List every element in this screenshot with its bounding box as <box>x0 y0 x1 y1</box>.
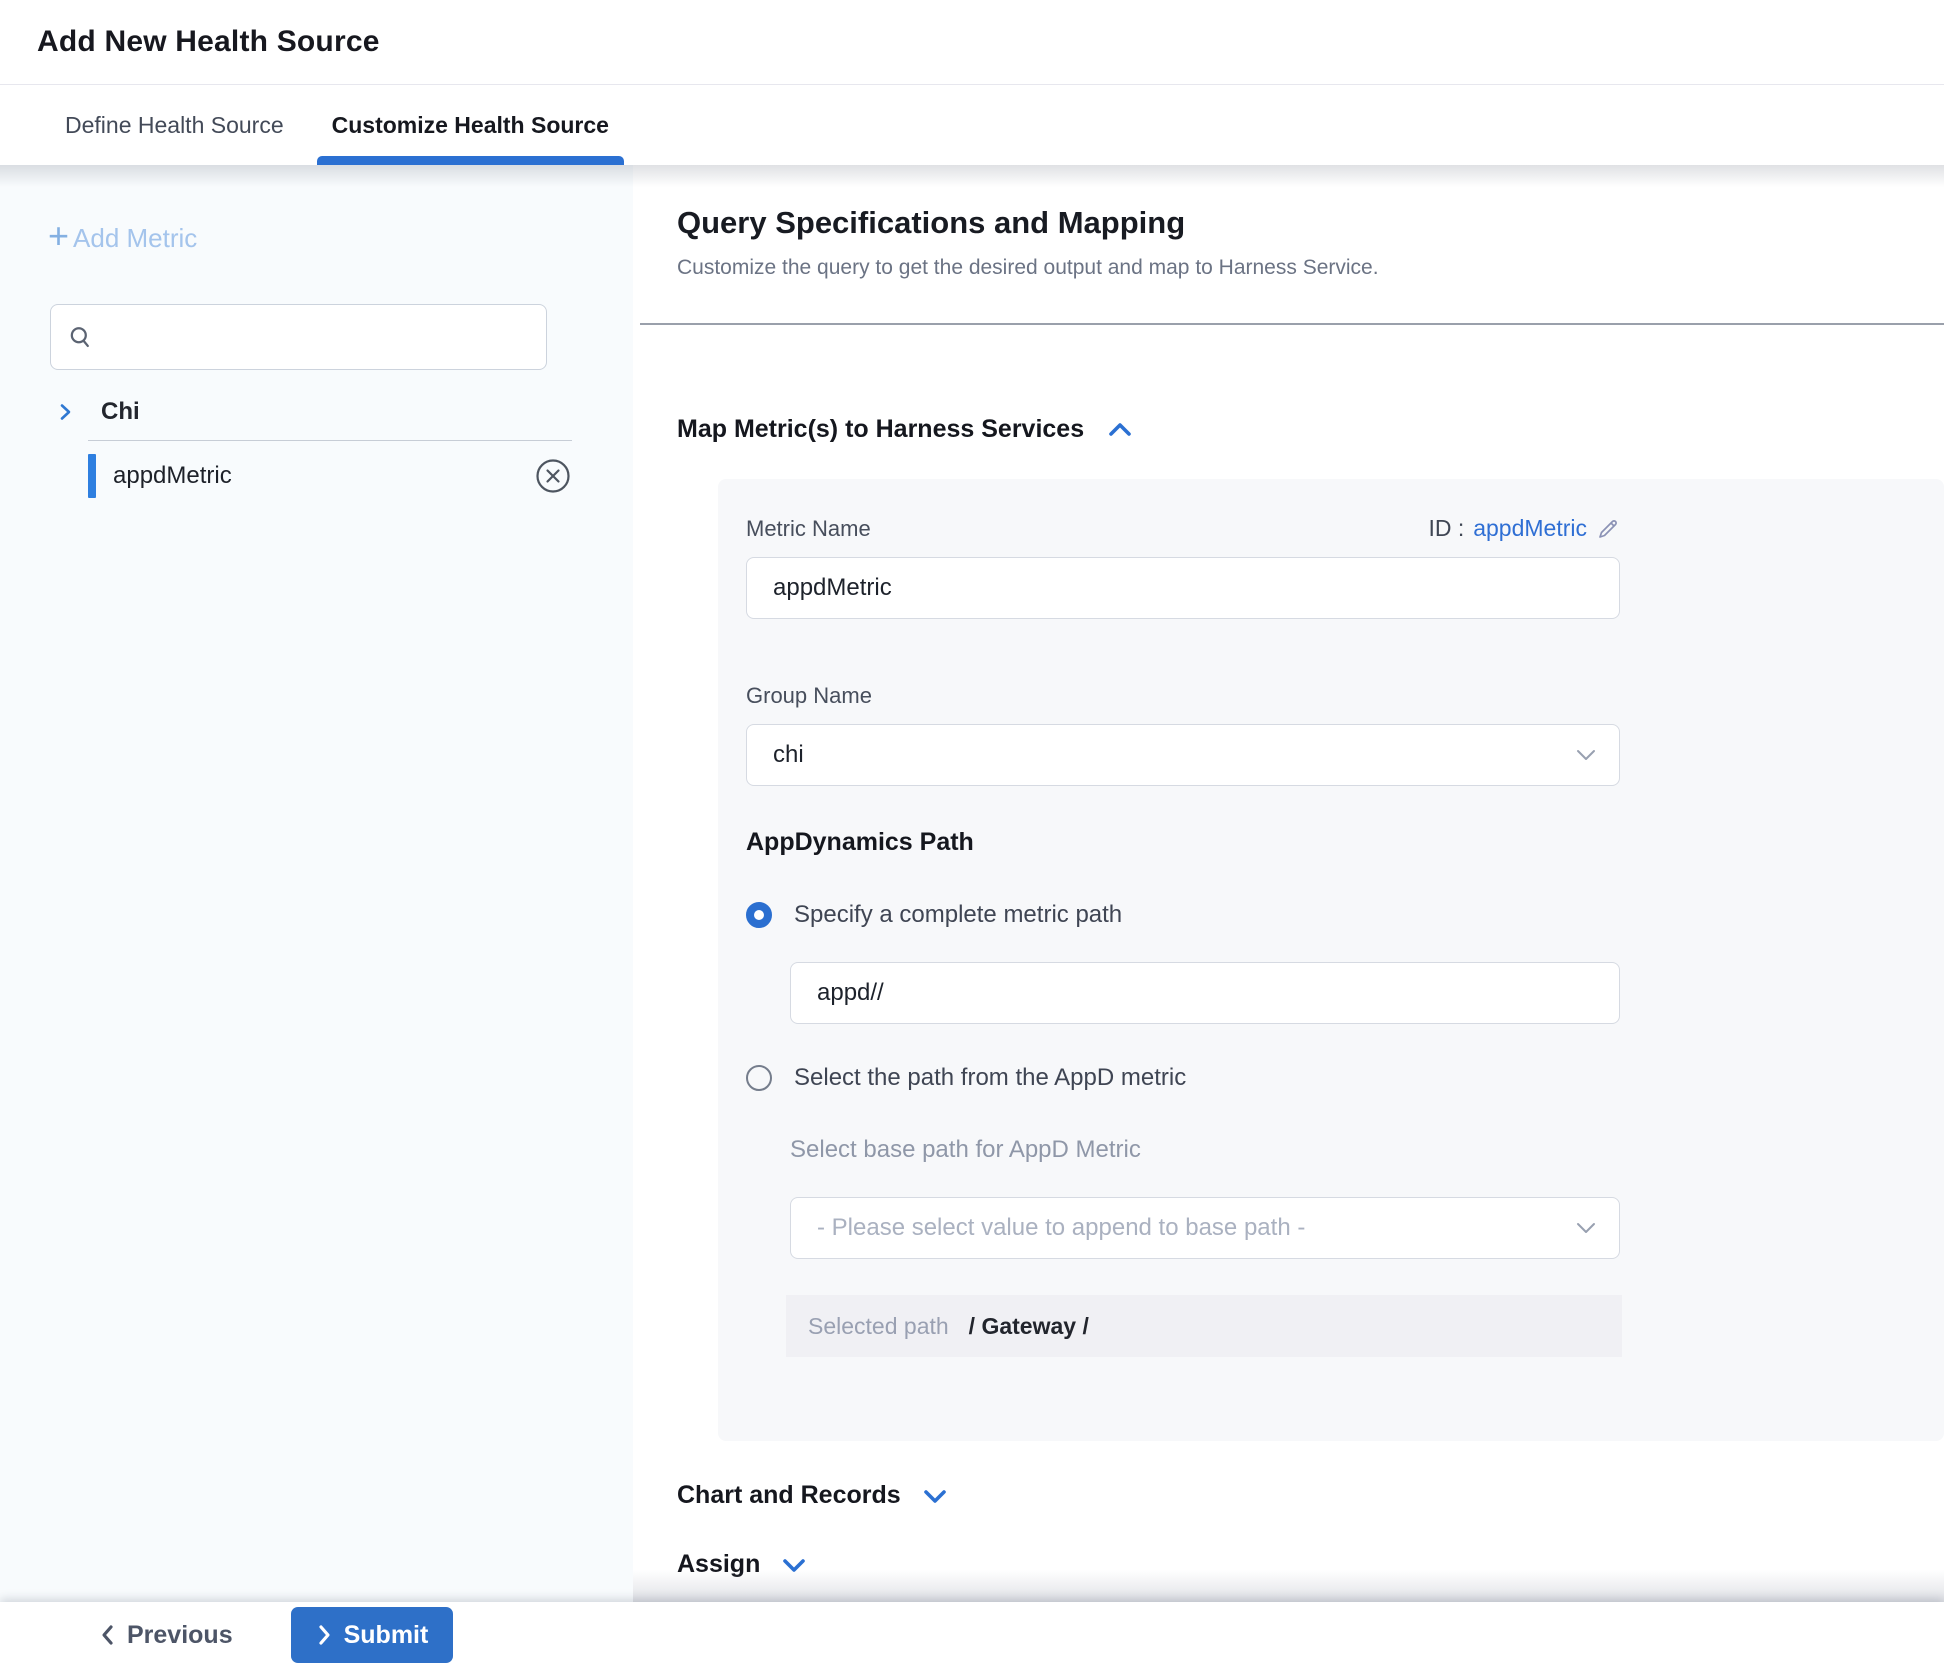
metric-group-label: Chi <box>101 398 140 426</box>
metric-search-box <box>50 304 547 370</box>
metrics-sidebar: + Add Metric Chi appdMetric <box>0 165 633 1602</box>
radio-complete-label: Specify a complete metric path <box>794 901 1122 929</box>
group-name-label: Group Name <box>746 683 872 709</box>
selected-path-row: Selected path / Gateway / <box>786 1295 1622 1357</box>
selected-path-label: Selected path <box>808 1313 949 1340</box>
tab-define-label: Define Health Source <box>65 112 284 139</box>
group-name-value: chi <box>773 741 804 769</box>
base-path-placeholder: - Please select value to append to base … <box>817 1214 1305 1242</box>
chart-and-records-title: Chart and Records <box>677 1481 901 1510</box>
tree-divider <box>88 440 572 441</box>
radio-selected-icon[interactable] <box>746 902 772 928</box>
assign-title: Assign <box>677 1550 760 1579</box>
map-metrics-card: Metric Name ID : appdMetric Group Name <box>718 479 1944 1441</box>
wizard-footer: Previous Submit <box>0 1602 1944 1668</box>
metric-id-chip: ID : appdMetric <box>1428 515 1620 542</box>
appdynamics-path-title: AppDynamics Path <box>746 828 1944 857</box>
tab-define-health-source[interactable]: Define Health Source <box>50 85 299 165</box>
metric-name-label: Metric Name <box>746 516 871 542</box>
chevron-left-icon <box>99 1623 115 1647</box>
metric-id-prefix: ID : <box>1428 515 1464 542</box>
map-metrics-section-title: Map Metric(s) to Harness Services <box>677 415 1084 444</box>
base-path-label: Select base path for AppD Metric <box>790 1136 1944 1164</box>
query-spec-panel: Query Specifications and Mapping Customi… <box>633 165 1944 1602</box>
metric-id-value-link[interactable]: appdMetric <box>1473 515 1587 542</box>
search-icon <box>67 324 94 351</box>
chevron-right-icon <box>316 1623 332 1647</box>
group-name-select[interactable]: chi <box>746 724 1620 786</box>
map-metrics-section-toggle[interactable]: Map Metric(s) to Harness Services <box>677 415 1134 444</box>
chevron-down-icon[interactable] <box>780 1554 808 1576</box>
chevron-right-icon[interactable] <box>55 402 75 422</box>
chevron-down-icon[interactable] <box>921 1485 949 1507</box>
metric-search-input[interactable] <box>104 305 546 369</box>
base-path-select[interactable]: - Please select value to append to base … <box>790 1197 1620 1259</box>
heading-divider <box>640 323 1944 325</box>
selected-path-value: / Gateway / <box>969 1313 1089 1340</box>
plus-icon: + <box>48 218 69 254</box>
edit-pencil-icon[interactable] <box>1596 517 1620 541</box>
chevron-up-icon[interactable] <box>1106 419 1134 441</box>
remove-metric-icon[interactable] <box>534 457 572 495</box>
assign-toggle[interactable]: Assign <box>677 1550 808 1579</box>
chevron-down-icon <box>1575 1221 1597 1235</box>
dialog-title-bar: Add New Health Source <box>0 0 1944 85</box>
add-metric-button[interactable]: + Add Metric <box>48 222 197 254</box>
previous-button-label: Previous <box>127 1621 233 1650</box>
chevron-down-icon <box>1575 748 1597 762</box>
submit-button-label: Submit <box>344 1621 429 1650</box>
complete-metric-path-input[interactable] <box>790 962 1620 1024</box>
radio-select-label: Select the path from the AppD metric <box>794 1064 1186 1092</box>
page-title: Add New Health Source <box>37 25 380 59</box>
selected-metric-indicator <box>88 454 96 498</box>
radio-complete-metric-path[interactable]: Specify a complete metric path <box>746 901 1122 929</box>
tab-customize-label: Customize Health Source <box>332 112 609 139</box>
group-name-label-row: Group Name <box>746 683 1944 709</box>
radio-unselected-icon[interactable] <box>746 1065 772 1091</box>
tab-bar: Define Health Source Customize Health So… <box>0 85 1944 165</box>
metric-name-label-row: Metric Name ID : appdMetric <box>746 516 1620 542</box>
add-metric-label: Add Metric <box>73 223 197 254</box>
radio-select-appd-path[interactable]: Select the path from the AppD metric <box>746 1064 1186 1092</box>
panel-heading: Query Specifications and Mapping <box>677 165 1944 241</box>
content-shell: + Add Metric Chi appdMetric <box>0 165 1944 1602</box>
metric-name-input[interactable] <box>746 557 1620 619</box>
metric-item-label: appdMetric <box>113 462 534 490</box>
panel-subheading: Customize the query to get the desired o… <box>677 256 1944 280</box>
previous-button[interactable]: Previous <box>99 1621 233 1650</box>
tab-customize-health-source[interactable]: Customize Health Source <box>317 85 624 165</box>
metric-group-row-chi[interactable]: Chi <box>55 398 633 426</box>
submit-button[interactable]: Submit <box>291 1607 454 1663</box>
chart-and-records-toggle[interactable]: Chart and Records <box>677 1481 949 1510</box>
metric-list-item-appdmetric[interactable]: appdMetric <box>88 451 572 501</box>
